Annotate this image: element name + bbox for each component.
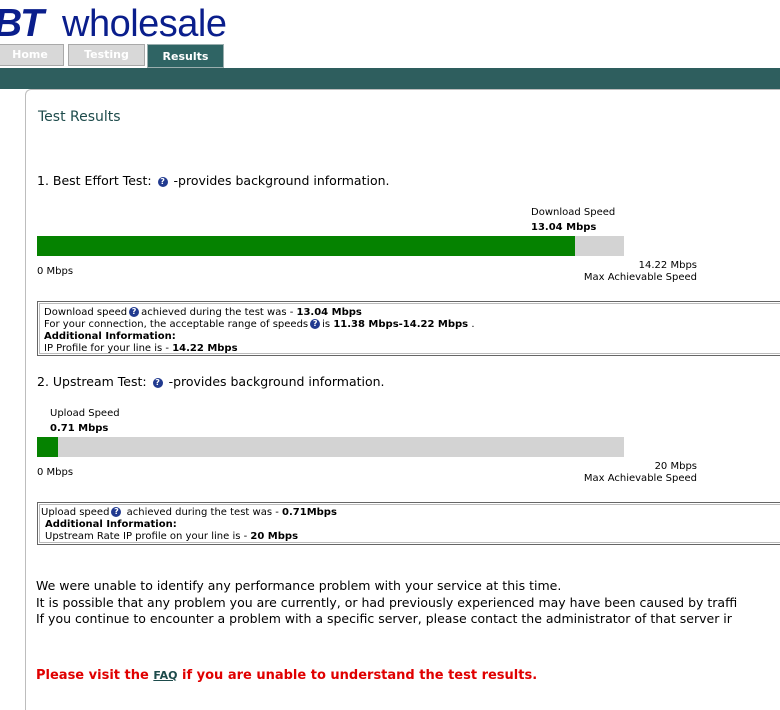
ip-profile-line: IP Profile for your line is - 14.22 Mbps — [44, 343, 780, 355]
download-speed-bar — [37, 236, 624, 256]
faq-notice-suffix: if you are unable to understand the test… — [177, 668, 538, 683]
download-min-label: 0 Mbps — [37, 266, 74, 277]
download-max-label: Max Achievable Speed — [583, 272, 697, 283]
upstream-heading-desc: -provides background information. — [168, 374, 385, 389]
upload-info-box: Upload speed? achieved during the test w… — [37, 502, 780, 545]
acceptable-range-line: For your connection, the acceptable rang… — [44, 319, 780, 331]
message-line-3: If you continue to encounter a problem w… — [36, 611, 732, 626]
download-info-text: achieved during the test was - — [141, 307, 297, 318]
message-line-2: It is possible that any problem you are … — [36, 595, 738, 610]
upload-speed-bar-fill — [37, 437, 58, 457]
upload-info-label: Upload speed — [41, 507, 110, 518]
help-icon[interactable]: ? — [152, 377, 163, 388]
upload-info-text: achieved during the test was - — [123, 507, 283, 518]
acceptable-range-end: . — [468, 319, 475, 330]
acceptable-range-text: is — [322, 319, 334, 330]
page-title: Test Results — [38, 109, 121, 125]
help-icon[interactable]: ? — [310, 319, 321, 329]
upstream-profile-label: Upstream Rate IP profile on your line is… — [45, 531, 251, 542]
download-speed-value: 13.04 Mbps — [531, 222, 597, 233]
message-line-1: We were unable to identify any performan… — [36, 578, 562, 593]
logo-wholesale: wholesale — [62, 3, 227, 45]
help-icon[interactable]: ? — [157, 176, 168, 187]
upstream-heading: 2. Upstream Test: ? -provides background… — [37, 374, 385, 389]
download-speed-label: Download Speed — [531, 207, 616, 218]
faq-link[interactable]: FAQ — [153, 669, 177, 682]
upstream-profile-value: 20 Mbps — [250, 531, 299, 542]
acceptable-range-value: 11.38 Mbps-14.22 Mbps — [333, 319, 469, 330]
upload-additional-info-heading: Additional Information: — [45, 519, 177, 530]
upload-speed-bar — [37, 437, 624, 457]
upload-speed-value: 0.71 Mbps — [50, 423, 109, 434]
additional-info-heading: Additional Information: — [44, 331, 176, 342]
best-effort-heading: 1. Best Effort Test: ? -provides backgro… — [37, 173, 390, 188]
nav-band — [0, 68, 780, 89]
faq-notice: Please visit the FAQ if you are unable t… — [36, 668, 537, 683]
tab-results[interactable]: Results — [147, 44, 224, 68]
download-info-line: Download speed? achieved during the test … — [44, 307, 780, 319]
best-effort-heading-label: 1. Best Effort Test: — [37, 173, 152, 188]
ip-profile-value: 14.22 Mbps — [172, 343, 238, 354]
upload-min-label: 0 Mbps — [37, 467, 74, 478]
upload-max-value: 20 Mbps — [654, 461, 697, 472]
logo-bt: BT — [0, 2, 44, 45]
acceptable-range-label: For your connection, the acceptable rang… — [44, 319, 309, 330]
upstream-heading-label: 2. Upstream Test: — [37, 374, 147, 389]
help-icon[interactable]: ? — [129, 307, 140, 317]
upload-info-value: 0.71Mbps — [282, 507, 337, 518]
upload-speed-label: Upload Speed — [50, 408, 120, 419]
download-max-value: 14.22 Mbps — [638, 260, 697, 271]
download-info-label: Download speed — [44, 307, 128, 318]
download-info-box: Download speed? achieved during the test … — [37, 301, 780, 356]
tab-home[interactable]: Home — [0, 44, 64, 66]
download-info-value: 13.04 Mbps — [296, 307, 362, 318]
upload-max-label: Max Achievable Speed — [583, 473, 697, 484]
download-speed-bar-fill — [37, 236, 576, 256]
help-icon[interactable]: ? — [111, 507, 122, 517]
upload-info-line: Upload speed? achieved during the test w… — [41, 507, 780, 519]
faq-notice-prefix: Please visit the — [36, 668, 154, 683]
upstream-profile-line: Upstream Rate IP profile on your line is… — [41, 531, 780, 543]
ip-profile-label: IP Profile for your line is - — [44, 343, 173, 354]
tab-testing[interactable]: Testing — [68, 44, 145, 66]
best-effort-heading-desc: -provides background information. — [173, 173, 390, 188]
